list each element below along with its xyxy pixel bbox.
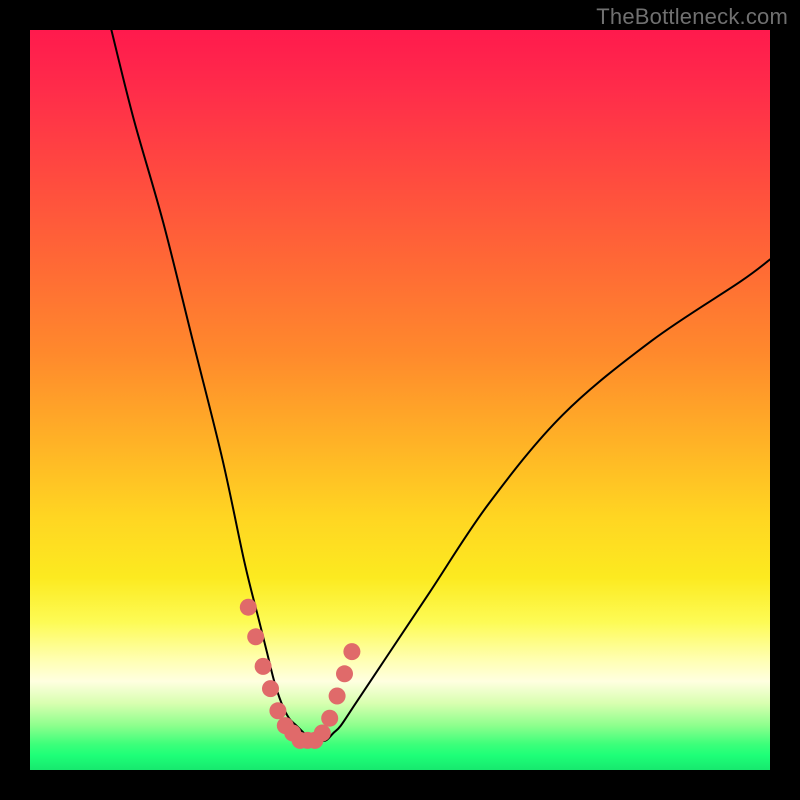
highlight-dot xyxy=(255,658,272,675)
highlight-dot xyxy=(262,680,279,697)
chart-frame: TheBottleneck.com xyxy=(0,0,800,800)
highlight-dot xyxy=(343,643,360,660)
highlight-dot xyxy=(269,702,286,719)
watermark-text: TheBottleneck.com xyxy=(596,4,788,30)
highlight-dot xyxy=(240,599,257,616)
plot-area xyxy=(30,30,770,770)
bottleneck-curve xyxy=(111,30,770,741)
highlight-dot xyxy=(247,628,264,645)
highlight-band xyxy=(240,599,361,749)
highlight-dot xyxy=(314,725,331,742)
plot-svg xyxy=(30,30,770,770)
highlight-dot xyxy=(321,710,338,727)
highlight-dot xyxy=(336,665,353,682)
highlight-dot xyxy=(329,688,346,705)
